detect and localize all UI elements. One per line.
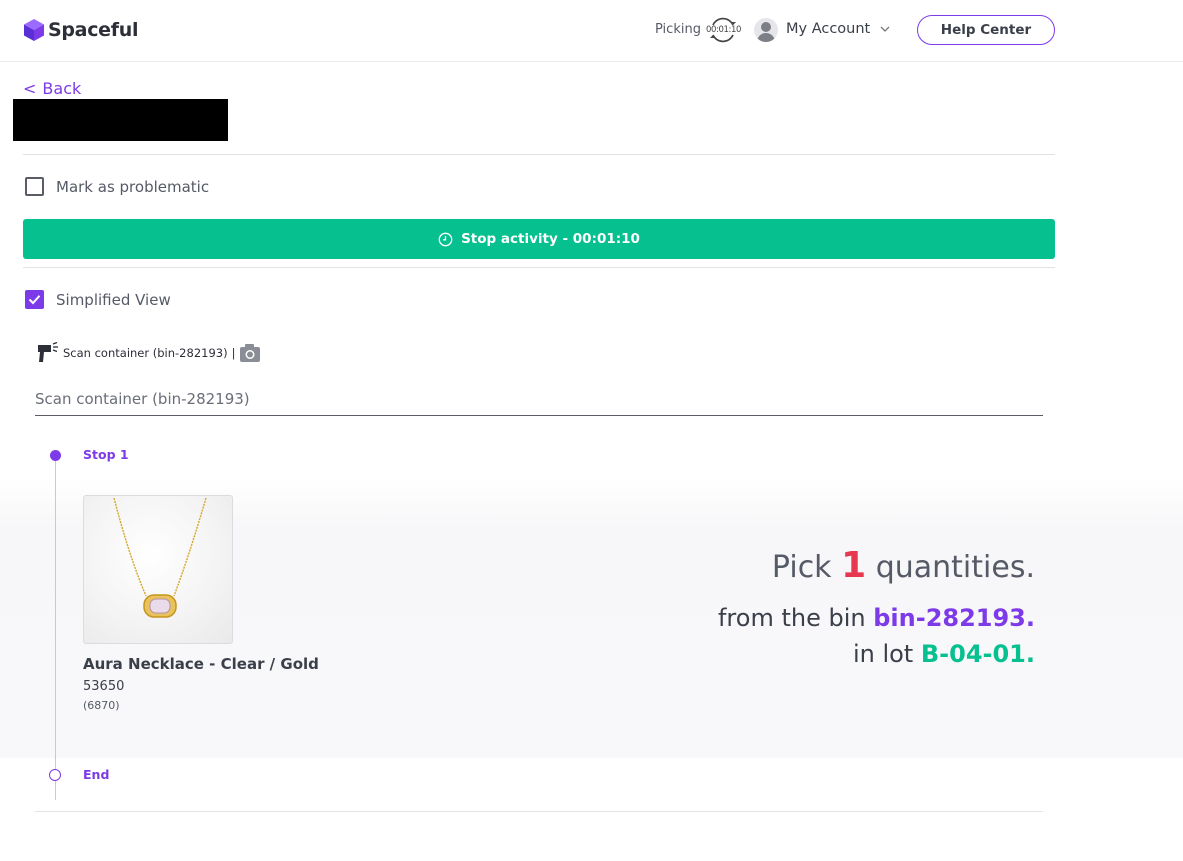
pick-quantity-line: Pick 1 quantities. — [772, 545, 1035, 586]
scan-prompt-row: Scan container (bin-282193) | — [37, 342, 261, 364]
necklace-image-icon — [113, 497, 207, 618]
pick-lot-line: in lot B-04-01. — [853, 640, 1035, 668]
brand-logo[interactable]: Spaceful — [23, 18, 138, 42]
divider — [23, 154, 1055, 155]
product-image — [83, 495, 233, 644]
simplified-view-checkbox[interactable] — [25, 290, 44, 309]
simplified-view-row[interactable]: Simplified View — [25, 290, 171, 309]
avatar[interactable] — [754, 18, 778, 42]
timeline-stop-label: Stop 1 — [83, 447, 129, 462]
divider — [35, 811, 1043, 812]
product-id: (6870) — [83, 699, 120, 712]
mark-problematic-checkbox[interactable] — [25, 177, 44, 196]
bin-prefix: from the bin — [717, 604, 866, 632]
pick-prefix: Pick — [771, 550, 832, 585]
mark-problematic-row[interactable]: Mark as problematic — [25, 177, 209, 196]
check-icon — [28, 295, 41, 305]
scan-separator: | — [231, 346, 236, 360]
back-label: Back — [42, 79, 82, 98]
timeline-line — [55, 455, 56, 800]
clock-icon — [438, 232, 453, 246]
brand-name: Spaceful — [48, 19, 139, 41]
scan-container-input[interactable] — [35, 382, 1043, 416]
cube-logo-icon — [24, 19, 44, 41]
divider — [23, 267, 1055, 268]
stop-activity-label: Stop activity - 00:01:10 — [461, 231, 640, 247]
pick-bin-line: from the bin bin-282193. — [718, 604, 1035, 632]
simplified-view-label: Simplified View — [56, 290, 171, 309]
top-header: Spaceful Picking 00:01:10 My Account Hel… — [0, 0, 1183, 62]
timeline-dot-end — [49, 769, 61, 781]
stop-activity-button[interactable]: Stop activity - 00:01:10 — [23, 219, 1055, 259]
activity-timer: 00:01:10 — [704, 17, 742, 43]
timeline-dot-stop — [50, 450, 61, 461]
help-center-button[interactable]: Help Center — [917, 15, 1055, 45]
chevron-left-icon: < — [23, 79, 37, 98]
product-name: Aura Necklace - Clear / Gold — [83, 655, 319, 673]
lot-prefix: in lot — [852, 640, 914, 668]
timeline-end-label: End — [83, 767, 110, 782]
scan-prompt-text: Scan container (bin-282193) — [63, 346, 228, 360]
pick-quantity: 1 — [841, 545, 867, 586]
activity-label: Picking — [655, 22, 701, 37]
back-link[interactable]: < Back — [23, 79, 81, 98]
lot-code: B-04-01. — [920, 640, 1035, 668]
chevron-down-icon[interactable] — [879, 24, 891, 34]
redacted-title — [13, 99, 228, 141]
barcode-scanner-icon — [38, 342, 58, 362]
activity-timer-value: 00:01:10 — [706, 25, 741, 35]
camera-icon[interactable] — [239, 343, 261, 363]
product-sku: 53650 — [83, 679, 125, 694]
pick-suffix: quantities. — [875, 550, 1035, 585]
mark-problematic-label: Mark as problematic — [56, 177, 210, 196]
account-menu-label[interactable]: My Account — [786, 21, 870, 37]
bin-code: bin-282193. — [873, 604, 1035, 632]
